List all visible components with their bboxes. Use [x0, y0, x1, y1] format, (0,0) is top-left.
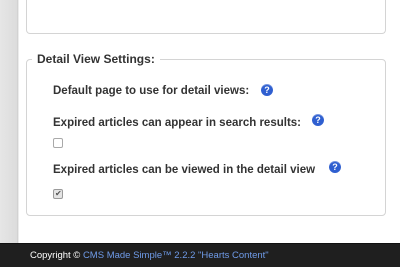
checkmark-icon: ✔: [55, 189, 62, 198]
expired-search-results-checkbox[interactable]: [53, 138, 63, 148]
detail-view-settings-fieldset: [26, 59, 386, 216]
question-mark-icon[interactable]: ?: [312, 114, 324, 126]
expired-detail-view-checkbox[interactable]: ✔: [53, 189, 63, 199]
fieldset-legend: Detail View Settings:: [32, 51, 160, 67]
default-detail-page-label: Default page to use for detail views:: [53, 85, 250, 97]
footer: Copyright © CMS Made Simple™ 2.2.2 "Hear…: [0, 243, 400, 267]
expired-search-results-label: Expired articles can appear in search re…: [53, 117, 302, 129]
previous-section-box: [26, 0, 386, 34]
cms-version-link[interactable]: CMS Made Simple™ 2.2.2 "Hearts Content": [83, 250, 269, 261]
expired-detail-view-label: Expired articles can be viewed in the de…: [53, 164, 316, 176]
footer-copyright: Copyright ©: [30, 250, 83, 261]
page: Detail View Settings: Default page to us…: [0, 0, 400, 267]
question-mark-icon[interactable]: ?: [329, 161, 341, 173]
question-mark-icon[interactable]: ?: [261, 84, 273, 96]
left-gutter: [0, 0, 18, 243]
